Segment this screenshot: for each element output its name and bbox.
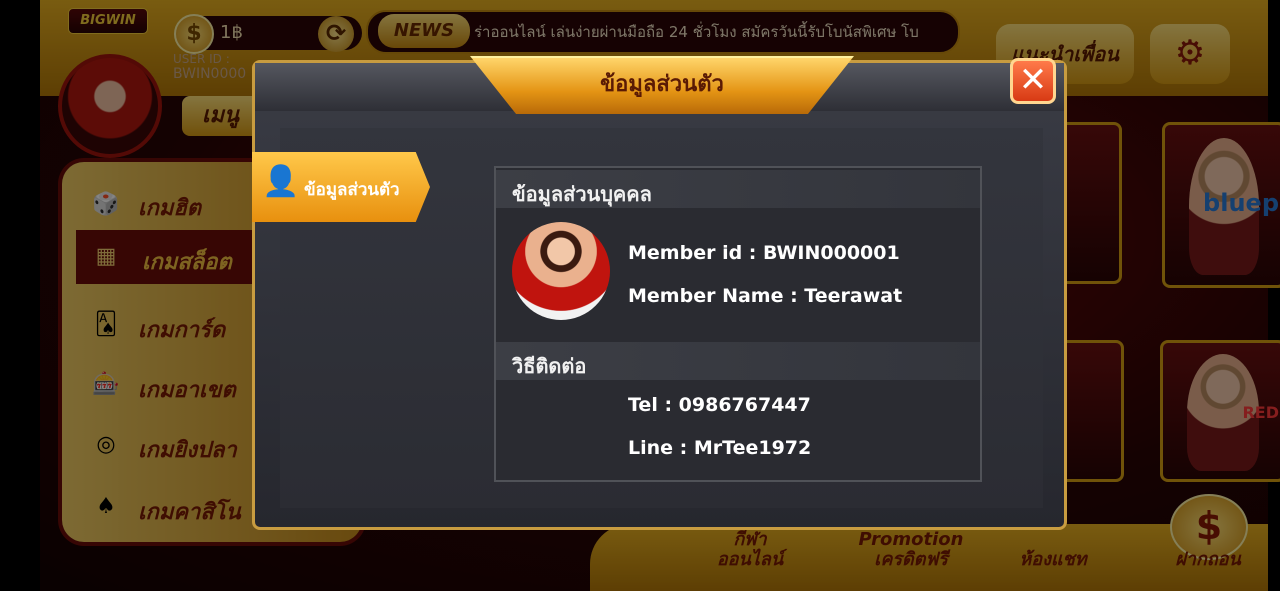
user-icon: 👤	[262, 164, 300, 199]
close-icon: ✕	[1018, 60, 1048, 100]
tab-personal-info-label: ข้อมูลส่วนตัว	[304, 180, 400, 200]
info-panel	[494, 166, 982, 482]
contact-section-title: วิธีติดต่อ	[512, 354, 587, 378]
personal-section-title: ข้อมูลส่วนบุคคล	[512, 182, 652, 206]
close-button[interactable]: ✕	[1010, 58, 1056, 104]
line-id: Line : MrTee1972	[628, 437, 812, 459]
tel-number: Tel : 0986767447	[628, 394, 811, 416]
member-name: Member Name : Teerawat	[628, 285, 903, 307]
modal-title: ข้อมูลส่วนตัว	[600, 72, 724, 97]
member-id: Member id : BWIN000001	[628, 242, 900, 264]
profile-avatar	[512, 222, 610, 320]
